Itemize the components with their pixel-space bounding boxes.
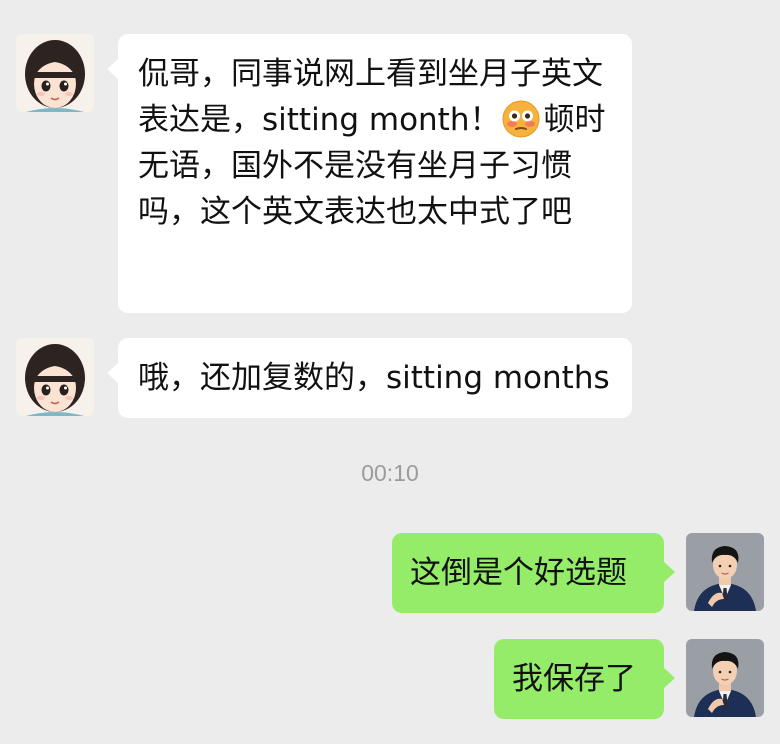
friend-avatar[interactable]: [16, 338, 94, 416]
message-text: 我保存了: [512, 661, 636, 697]
man-in-suit-avatar-icon: [686, 533, 764, 611]
flushed-face-emoji: [502, 100, 540, 138]
friend-avatar[interactable]: [16, 34, 94, 112]
my-avatar[interactable]: [686, 639, 764, 717]
message-timestamp: 00:10: [361, 460, 419, 486]
message-text: 这倒是个好选题: [410, 555, 627, 591]
cartoon-girl-avatar-icon: [16, 338, 94, 416]
my-avatar[interactable]: [686, 533, 764, 611]
message-text: 哦，还加复数的，sitting months: [138, 360, 610, 396]
message-bubble[interactable]: 侃哥，同事说网上看到坐月子英文表达是，sitting month！ 顿时无语，国…: [107, 34, 632, 313]
message-bubble[interactable]: 哦，还加复数的，sitting months: [107, 338, 632, 418]
message-bubble[interactable]: 我保存了: [494, 639, 675, 719]
cartoon-girl-avatar-icon: [16, 34, 94, 112]
man-in-suit-avatar-icon: [686, 639, 764, 717]
message-bubble[interactable]: 这倒是个好选题: [392, 533, 675, 613]
